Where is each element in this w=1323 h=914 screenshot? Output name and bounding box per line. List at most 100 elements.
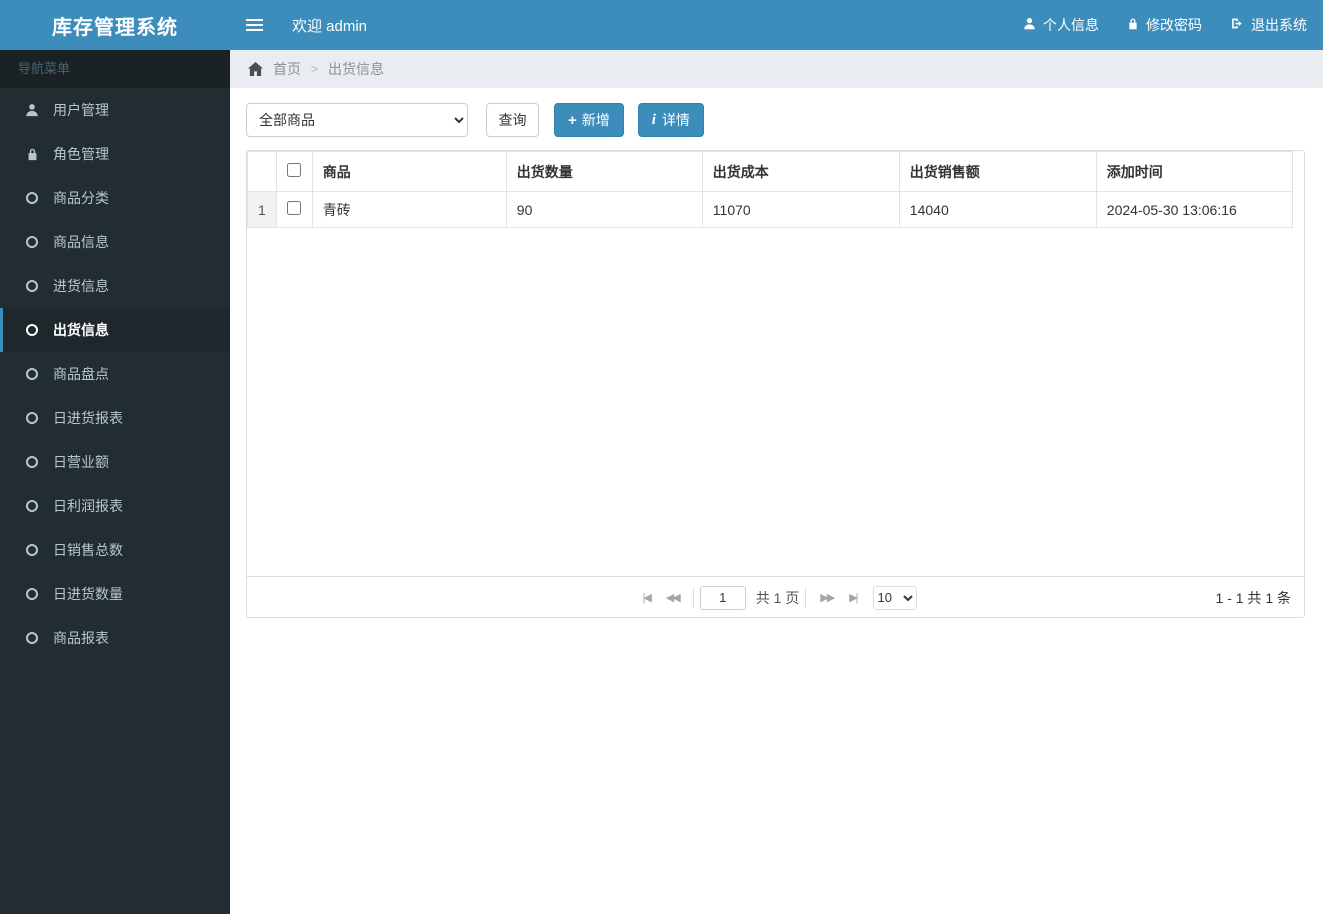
lock-icon xyxy=(1127,17,1139,33)
sidebar-item-daily-purchase-report[interactable]: 日进货报表 xyxy=(0,396,230,440)
shipment-table: 商品 出货数量 出货成本 出货销售额 添加时间 1 青砖 90 11070 14… xyxy=(247,151,1293,228)
sidebar-item-daily-sales-total[interactable]: 日销售总数 xyxy=(0,528,230,572)
sidebar-item-label: 商品盘点 xyxy=(53,366,109,382)
change-password-menu-item[interactable]: 修改密码 xyxy=(1127,15,1202,35)
circle-icon xyxy=(23,632,41,644)
detail-button-label: 详情 xyxy=(661,112,690,128)
circle-icon xyxy=(23,324,41,336)
circle-icon xyxy=(23,544,41,556)
search-button-label: 查询 xyxy=(498,112,527,128)
data-grid-panel: 商品 出货数量 出货成本 出货销售额 添加时间 1 青砖 90 11070 14… xyxy=(246,150,1305,618)
sidebar-item-label: 用户管理 xyxy=(53,102,109,118)
sidebar-item-roles[interactable]: 角色管理 xyxy=(0,132,230,176)
breadcrumb: 首页 > 出货信息 xyxy=(230,50,1323,88)
add-button[interactable]: + 新增 xyxy=(554,103,624,137)
welcome-text: 欢迎 admin xyxy=(292,17,368,35)
breadcrumb-current: 出货信息 xyxy=(328,61,385,77)
sidebar-item-label: 出货信息 xyxy=(53,322,109,338)
cell-product: 青砖 xyxy=(311,191,507,228)
sidebar-item-product-category[interactable]: 商品分类 xyxy=(0,176,230,220)
change-password-label: 修改密码 xyxy=(1146,17,1202,33)
record-range-label: 1 - 1 共 1 条 xyxy=(1215,589,1291,606)
sidebar-item-shipment-info[interactable]: 出货信息 xyxy=(0,308,230,352)
sidebar-item-label: 日营业额 xyxy=(53,454,109,470)
circle-icon xyxy=(23,236,41,248)
cell-cost: 11070 xyxy=(701,191,900,228)
sidebar-item-label: 商品报表 xyxy=(53,630,109,646)
row-index: 1 xyxy=(247,191,277,228)
logout-menu-item[interactable]: 退出系统 xyxy=(1230,15,1307,35)
sidebar-item-label: 商品分类 xyxy=(53,190,109,206)
sidebar-item-daily-profit-report[interactable]: 日利润报表 xyxy=(0,484,230,528)
sidebar-item-label: 角色管理 xyxy=(53,146,109,162)
page-size-select[interactable]: 10 xyxy=(872,585,917,610)
sidebar-item-product-info[interactable]: 商品信息 xyxy=(0,220,230,264)
cell-added-time: 2024-05-30 13:06:16 xyxy=(1095,191,1293,228)
home-icon xyxy=(248,62,263,76)
circle-icon xyxy=(23,500,41,512)
breadcrumb-home[interactable]: 首页 xyxy=(273,59,301,79)
topbar-menu: 个人信息 修改密码 退出系统 xyxy=(995,15,1323,35)
logout-label: 退出系统 xyxy=(1251,17,1307,33)
sidebar-item-label: 日销售总数 xyxy=(53,542,123,558)
circle-icon xyxy=(23,368,41,380)
page-number-input[interactable] xyxy=(699,585,746,610)
col-header-cost: 出货成本 xyxy=(701,151,900,192)
first-page-icon[interactable]: |◀ xyxy=(634,591,657,604)
toolbar: 全部商品 查询 + 新增 i 详情 xyxy=(246,103,1305,137)
info-icon: i xyxy=(651,111,656,128)
sidebar-nav: 用户管理 角色管理 商品分类 商品信息 进货信息 出货信息 商品盘点 日进货报表… xyxy=(0,88,230,660)
col-header-sales: 出货销售额 xyxy=(898,151,1097,192)
search-button[interactable]: 查询 xyxy=(486,103,539,137)
sidebar-item-users[interactable]: 用户管理 xyxy=(0,88,230,132)
pager-divider xyxy=(805,587,807,608)
user-icon xyxy=(1023,17,1036,33)
sidebar: 库存管理系统 导航菜单 用户管理 角色管理 商品分类 商品信息 进货信息 出货信… xyxy=(0,0,230,914)
cell-sales: 14040 xyxy=(898,191,1097,228)
profile-menu-item[interactable]: 个人信息 xyxy=(1023,15,1099,35)
circle-icon xyxy=(23,588,41,600)
index-header-cell xyxy=(247,151,277,192)
main-content: 全部商品 查询 + 新增 i 详情 商品 出货数量 出货成本 出货销售额 添加时… xyxy=(230,88,1323,914)
sidebar-toggle-button[interactable] xyxy=(230,0,278,50)
circle-icon xyxy=(23,280,41,292)
select-all-checkbox[interactable] xyxy=(286,163,301,177)
sidebar-item-daily-purchase-qty[interactable]: 日进货数量 xyxy=(0,572,230,616)
app-title: 库存管理系统 xyxy=(0,0,230,50)
sidebar-item-label: 日进货数量 xyxy=(53,586,123,602)
prev-page-icon[interactable]: ◀◀ xyxy=(658,591,687,604)
nav-menu-label: 导航菜单 xyxy=(0,50,230,88)
last-page-icon[interactable]: ▶| xyxy=(841,591,864,604)
table-row[interactable]: 1 青砖 90 11070 14040 2024-05-30 13:06:16 xyxy=(247,191,1293,228)
detail-button[interactable]: i 详情 xyxy=(637,103,704,137)
sidebar-item-label: 日进货报表 xyxy=(53,410,123,426)
breadcrumb-separator: > xyxy=(311,62,319,76)
circle-icon xyxy=(23,456,41,468)
logout-icon xyxy=(1230,17,1244,33)
product-filter-select[interactable]: 全部商品 xyxy=(246,103,468,137)
pagination-bar: |◀ ◀◀ 共 1 页 ▶▶ ▶| 10 1 - 1 共 1 条 xyxy=(247,576,1304,617)
pager-divider xyxy=(692,587,694,608)
table-header-row: 商品 出货数量 出货成本 出货销售额 添加时间 xyxy=(247,151,1293,192)
sidebar-item-inventory-check[interactable]: 商品盘点 xyxy=(0,352,230,396)
sidebar-item-daily-revenue[interactable]: 日营业额 xyxy=(0,440,230,484)
select-all-cell xyxy=(275,151,313,192)
grid-empty-area xyxy=(247,228,1304,576)
row-select-cell xyxy=(275,191,313,228)
row-checkbox[interactable] xyxy=(286,201,301,215)
sidebar-item-label: 日利润报表 xyxy=(53,498,123,514)
circle-icon xyxy=(23,412,41,424)
col-header-product: 商品 xyxy=(311,151,507,192)
role-lock-icon xyxy=(23,147,41,161)
sidebar-item-purchase-info[interactable]: 进货信息 xyxy=(0,264,230,308)
sidebar-item-product-report[interactable]: 商品报表 xyxy=(0,616,230,660)
col-header-qty: 出货数量 xyxy=(505,151,703,192)
add-button-label: 新增 xyxy=(581,112,610,128)
profile-label: 个人信息 xyxy=(1043,17,1099,33)
cell-qty: 90 xyxy=(505,191,703,228)
sidebar-item-label: 进货信息 xyxy=(53,278,109,294)
circle-icon xyxy=(23,192,41,204)
next-page-icon[interactable]: ▶▶ xyxy=(812,591,841,604)
topbar: 欢迎 admin 个人信息 修改密码 退出系统 xyxy=(230,0,1323,50)
user-icon xyxy=(23,103,41,117)
